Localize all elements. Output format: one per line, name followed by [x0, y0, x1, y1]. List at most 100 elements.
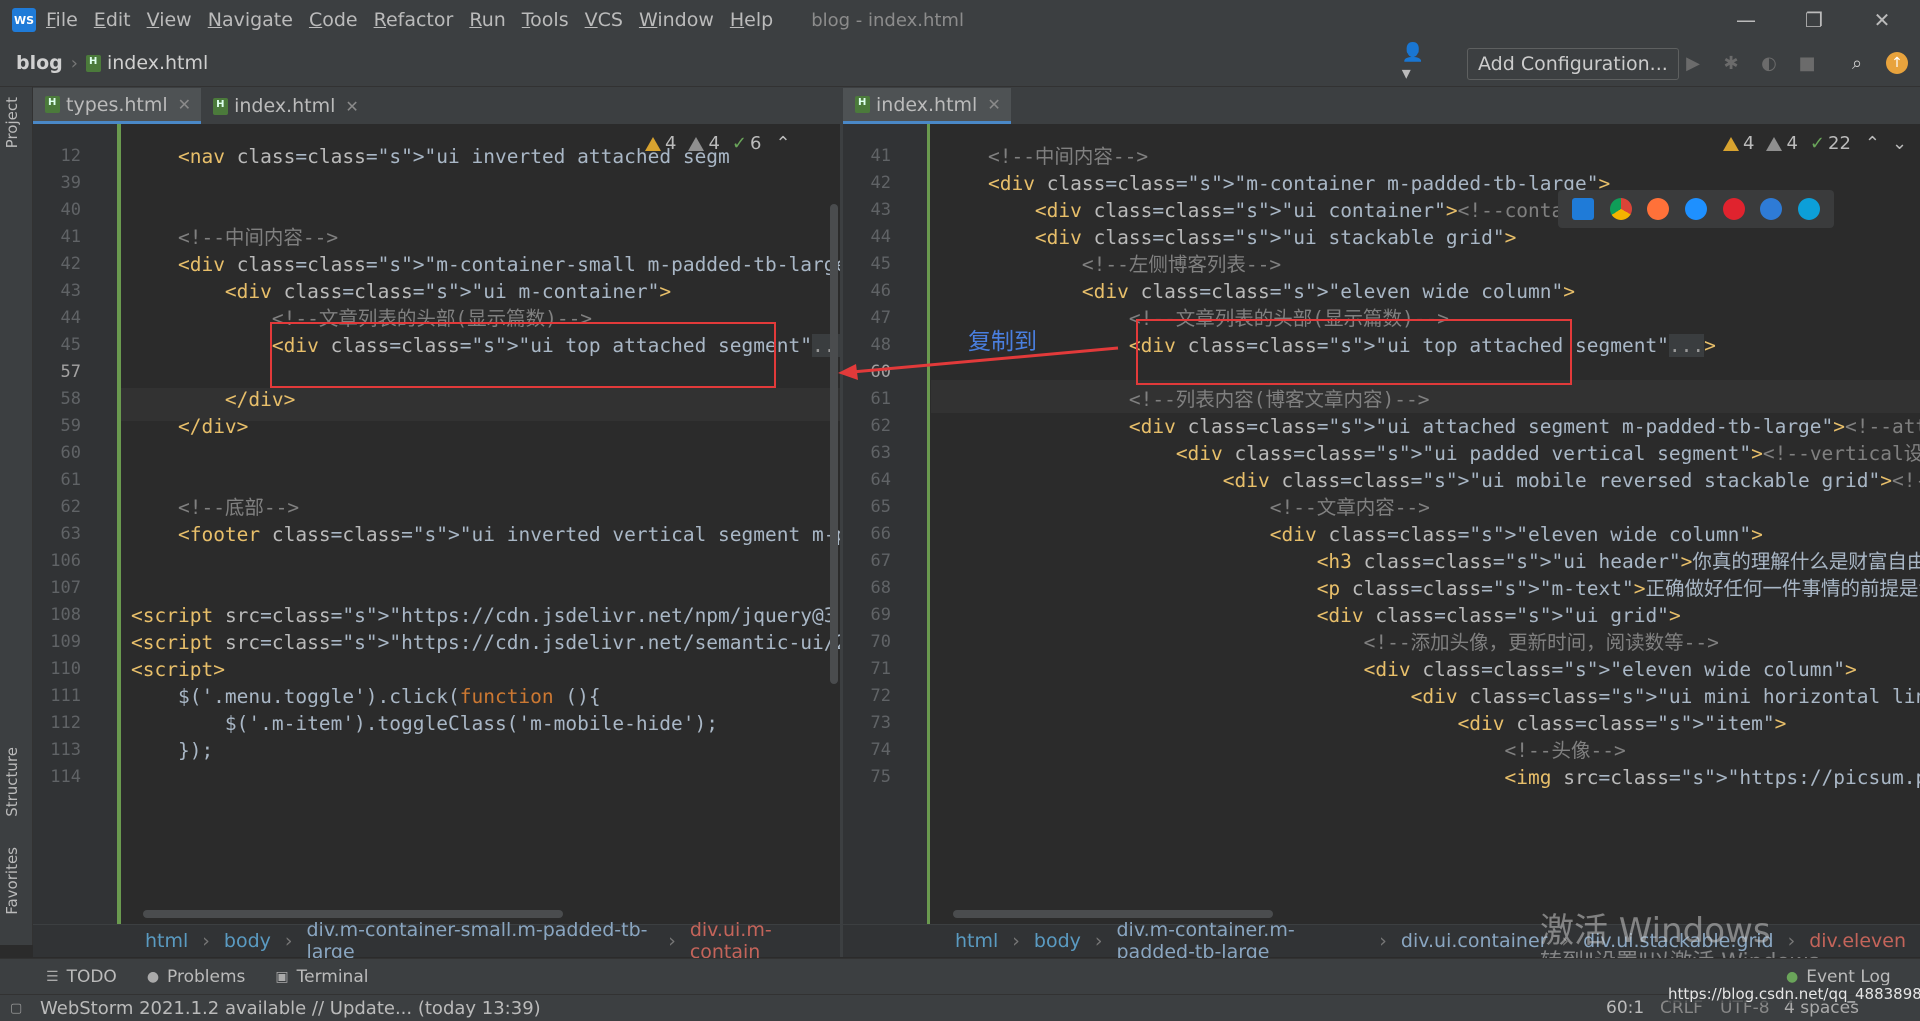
safari-icon[interactable] [1684, 198, 1707, 220]
weak-warning-icon [1766, 136, 1783, 151]
line-number: 66 [870, 524, 891, 544]
right-editor[interactable]: 41 <!--中间内容--> 42 <div class=class="s">"m… [843, 124, 1920, 924]
chevron-up-icon[interactable]: ⌃ [1865, 133, 1880, 154]
line-number: 44 [870, 227, 891, 247]
breadcrumb-project[interactable]: blog [16, 52, 63, 74]
stop-icon[interactable]: ■ [1796, 52, 1818, 74]
line-number: 44 [60, 308, 81, 328]
horizontal-scrollbar[interactable] [143, 910, 563, 918]
menu-window[interactable]: Window [639, 9, 714, 31]
line-number: 71 [870, 659, 891, 679]
line-number: 40 [60, 200, 81, 220]
event-log-tool-button[interactable]: ● Event Log [1786, 967, 1891, 987]
status-message[interactable]: WebStorm 2021.1.2 available // Update...… [40, 998, 541, 1019]
breadcrumb-item[interactable]: div.ui.container [1401, 930, 1548, 952]
tool-window-bar: ☰ TODO ● Problems ▣ Terminal ● Event Log [0, 958, 1920, 995]
vertical-scrollbar[interactable] [830, 204, 838, 684]
webstorm-browser-icon[interactable] [1571, 198, 1594, 220]
chevron-down-icon[interactable]: ⌄ [1892, 133, 1907, 154]
chrome-icon[interactable] [1609, 198, 1632, 220]
tab-index-html[interactable]: index.html ✕ [201, 88, 369, 124]
terminal-tool-button[interactable]: ▣ Terminal [275, 967, 368, 987]
window-title: blog - index.html [811, 9, 964, 31]
line-number: 107 [50, 578, 81, 598]
typo-count: 22 [1828, 133, 1851, 154]
highlight-box-left [270, 322, 776, 388]
menu-vcs[interactable]: VCS [585, 9, 623, 31]
breadcrumb-item[interactable]: body [224, 930, 271, 952]
menu-view[interactable]: View [147, 9, 192, 31]
left-editor-tabs: types.html ✕ index.html ✕ [33, 87, 840, 124]
event-log-icon: ● [1786, 969, 1799, 985]
menu-refactor[interactable]: Refactor [374, 9, 454, 31]
breadcrumb-file[interactable]: index.html [107, 52, 208, 74]
line-number: 62 [60, 497, 81, 517]
menu-code[interactable]: Code [309, 9, 358, 31]
tab-types-html[interactable]: types.html ✕ [33, 88, 202, 124]
menu-run[interactable]: Run [469, 9, 505, 31]
problems-tool-button[interactable]: ● Problems [147, 967, 246, 987]
minimize-icon[interactable]: — [1716, 0, 1776, 40]
project-tool-button[interactable]: Project [3, 97, 21, 148]
structure-tool-button[interactable]: Structure [3, 747, 21, 817]
line-number: 114 [50, 767, 81, 787]
debug-icon[interactable]: ✱ [1720, 52, 1742, 74]
info-icon: ● [146, 969, 160, 985]
breadcrumb-item[interactable]: html [145, 930, 188, 952]
left-editor[interactable]: 4 4 ✓ 6 ⌃ 12 <nav class=class="s">"ui inv… [33, 124, 840, 924]
tool-windows-icon[interactable]: ▢ [10, 1001, 22, 1016]
todo-label: TODO [66, 967, 117, 987]
close-tab-icon[interactable]: ✕ [178, 95, 191, 114]
chevron-right-icon: › [1094, 930, 1103, 952]
menu-help[interactable]: Help [730, 9, 773, 31]
opera-icon[interactable] [1722, 198, 1745, 220]
restore-icon[interactable]: ❐ [1784, 0, 1844, 40]
close-tab-icon[interactable]: ✕ [987, 95, 1000, 114]
favorites-tool-button[interactable]: Favorites [3, 847, 21, 915]
close-tab-icon[interactable]: ✕ [345, 97, 358, 116]
right-inspection-widget[interactable]: 4 4 ✓ 22 ⌃ ⌄ [1715, 133, 1908, 154]
line-number: 64 [870, 470, 891, 490]
line-number: 65 [870, 497, 891, 517]
line-number: 43 [870, 200, 891, 220]
breadcrumb-item[interactable]: div.ui.m-contain [690, 919, 826, 963]
menu-tools[interactable]: Tools [522, 9, 569, 31]
code-line[interactable] [131, 761, 840, 794]
internet-explorer-icon[interactable] [1760, 198, 1783, 220]
line-number: 110 [50, 659, 81, 679]
menu-edit[interactable]: Edit [94, 9, 131, 31]
firefox-icon[interactable] [1647, 198, 1670, 220]
line-number: 74 [870, 740, 891, 760]
chevron-right-icon: › [202, 930, 210, 952]
breadcrumb-item[interactable]: body [1034, 930, 1081, 952]
line-number: 60 [60, 443, 81, 463]
left-breadcrumbs: html › body › div.m-container-small.m-padded… [33, 919, 840, 963]
menu-file[interactable]: File [46, 9, 78, 31]
user-icon[interactable]: 👤▾ [1402, 42, 1424, 84]
line-number: 59 [60, 416, 81, 436]
title-bar: WS File Edit View Navigate Code Refactor… [0, 0, 1920, 40]
breadcrumb-item[interactable]: div.m-container.m-padded-tb-large [1117, 919, 1366, 963]
coverage-icon[interactable]: ◐ [1758, 52, 1780, 74]
line-number: 109 [50, 632, 81, 652]
left-tool-stripe: Project Structure Favorites [0, 87, 33, 945]
edge-icon[interactable] [1798, 198, 1821, 220]
todo-tool-button[interactable]: ☰ TODO [46, 967, 117, 987]
update-icon[interactable]: ↑ [1886, 52, 1908, 74]
change-marker [117, 124, 121, 924]
breadcrumb-item[interactable]: html [955, 930, 998, 952]
breadcrumb-item[interactable]: div.m-container-small.m-padded-tb-large [307, 919, 655, 963]
line-number: 39 [60, 173, 81, 193]
line-number: 58 [60, 389, 81, 409]
close-icon[interactable]: ✕ [1852, 0, 1912, 40]
code-line[interactable]: <img src=class="s">"https://picsum.photo… [941, 761, 1920, 794]
run-icon[interactable]: ▶ [1682, 52, 1704, 74]
search-icon[interactable]: ⌕ [1846, 52, 1868, 74]
horizontal-scrollbar[interactable] [953, 910, 1273, 918]
caret-position[interactable]: 60:1 [1606, 998, 1644, 1018]
add-configuration-button[interactable]: Add Configuration... [1467, 48, 1679, 80]
event-log-label: Event Log [1806, 967, 1891, 987]
menu-navigate[interactable]: Navigate [208, 9, 293, 31]
line-number: 63 [60, 524, 81, 544]
tab-index-html-right[interactable]: index.html ✕ [843, 88, 1011, 124]
